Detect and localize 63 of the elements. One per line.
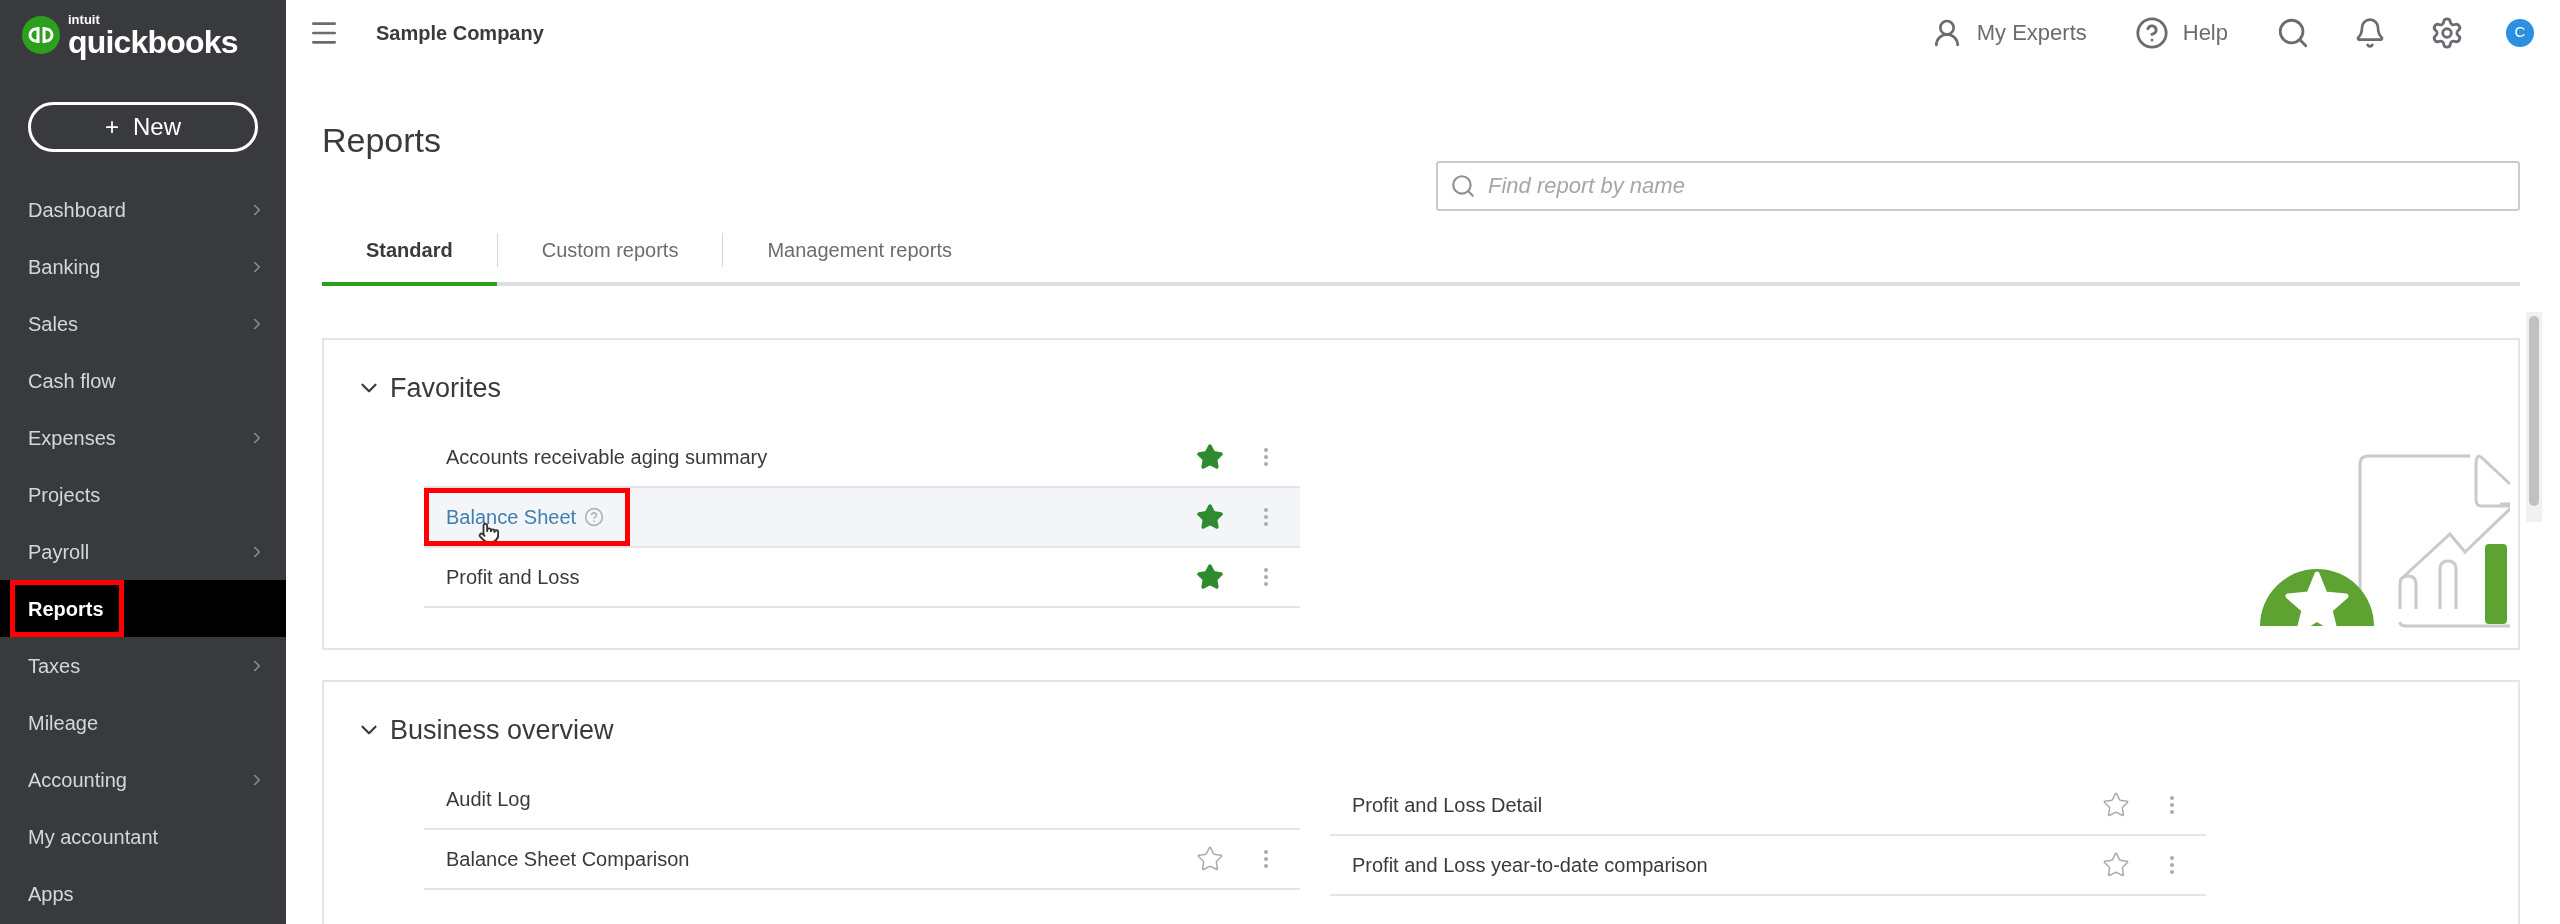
star-icon[interactable] <box>1196 563 1224 591</box>
brand-name: quickbooks <box>68 25 238 58</box>
sidebar-item[interactable]: Mileage <box>0 694 286 751</box>
sidebar-item[interactable]: Banking <box>0 238 286 295</box>
sidebar-item[interactable]: Projects <box>0 466 286 523</box>
section-toggle[interactable]: Business overview <box>324 706 2518 754</box>
star-icon[interactable] <box>1196 503 1224 531</box>
sidebar-item-label: Expenses <box>28 425 116 451</box>
sidebar-item-label: Payroll <box>28 539 90 565</box>
sidebar-item-label: Reports <box>28 596 104 622</box>
sidebar-item[interactable]: My accountant <box>0 808 286 865</box>
help-icon[interactable] <box>2134 15 2169 50</box>
section-title: Favorites <box>390 371 502 405</box>
star-icon[interactable] <box>2102 791 2130 819</box>
sidebar-item-label: Banking <box>28 254 101 280</box>
star-icon[interactable] <box>2102 851 2130 879</box>
sidebar-item[interactable]: Payroll <box>0 523 286 580</box>
sidebar-item-label: Projects <box>28 482 101 508</box>
star-icon[interactable] <box>1196 845 1224 873</box>
tab[interactable]: Standard <box>322 218 497 286</box>
help-icon <box>584 507 605 527</box>
sidebar-item-label: Taxes <box>28 653 81 679</box>
sidebar-item[interactable]: Sales <box>0 295 286 352</box>
sidebar-item[interactable]: Reports <box>0 580 286 637</box>
scrollbar[interactable] <box>2526 312 2542 522</box>
report-name[interactable]: Balance Sheet Comparison <box>446 844 690 874</box>
new-button[interactable]: + New <box>28 102 258 152</box>
report-name[interactable]: Balance Sheet <box>446 502 577 532</box>
tab[interactable]: Custom reports <box>497 218 723 286</box>
sidebar-item[interactable]: Taxes <box>0 637 286 694</box>
brand-company: intuit <box>68 12 101 26</box>
sidebar-item[interactable]: Apps <box>0 865 286 922</box>
sidebar-item[interactable]: Cash flow <box>0 352 286 409</box>
sidebar-item[interactable]: Accounting <box>0 751 286 808</box>
sidebar-item[interactable]: Expenses <box>0 409 286 466</box>
section-toggle[interactable]: Favorites <box>324 364 2518 412</box>
sidebar-item-label: Cash flow <box>28 368 116 394</box>
sidebar-item-label: My accountant <box>28 824 159 850</box>
tab[interactable]: Management reports <box>723 218 996 286</box>
sidebar-item-label: Dashboard <box>28 197 126 223</box>
sidebar-item-label: Mileage <box>28 710 99 736</box>
notifications-icon[interactable] <box>2354 16 2386 49</box>
sidebar-item-label: Sales <box>28 311 79 337</box>
section-title: Business overview <box>390 713 614 747</box>
logo-icon <box>22 16 60 54</box>
report-name[interactable]: Profit and Loss Detail <box>1352 790 1543 820</box>
search-icon <box>1450 173 1476 199</box>
report-name[interactable]: Profit and Loss <box>446 562 580 592</box>
hand-cursor-icon <box>478 522 500 544</box>
sidebar-item-label: Apps <box>28 881 74 907</box>
report-name[interactable]: Profit and Loss year-to-date comparison <box>1352 850 1708 880</box>
experts-link[interactable]: My Experts <box>1976 16 2087 49</box>
report-name[interactable]: Accounts receivable aging summary <box>446 442 768 472</box>
sidebar-item-label: Accounting <box>28 767 127 793</box>
report-row[interactable]: Balance Sheet <box>424 488 1300 548</box>
star-icon[interactable] <box>1196 443 1224 471</box>
sidebar-item[interactable]: Dashboard <box>0 181 286 238</box>
help-link[interactable]: Help <box>2182 16 2228 49</box>
search-field[interactable]: Find report by name <box>1436 161 2520 211</box>
company-name: Sample Company <box>376 20 544 46</box>
report-name[interactable]: Audit Log <box>446 784 531 814</box>
page-title: Reports <box>322 123 443 157</box>
settings-icon[interactable] <box>2430 15 2464 50</box>
